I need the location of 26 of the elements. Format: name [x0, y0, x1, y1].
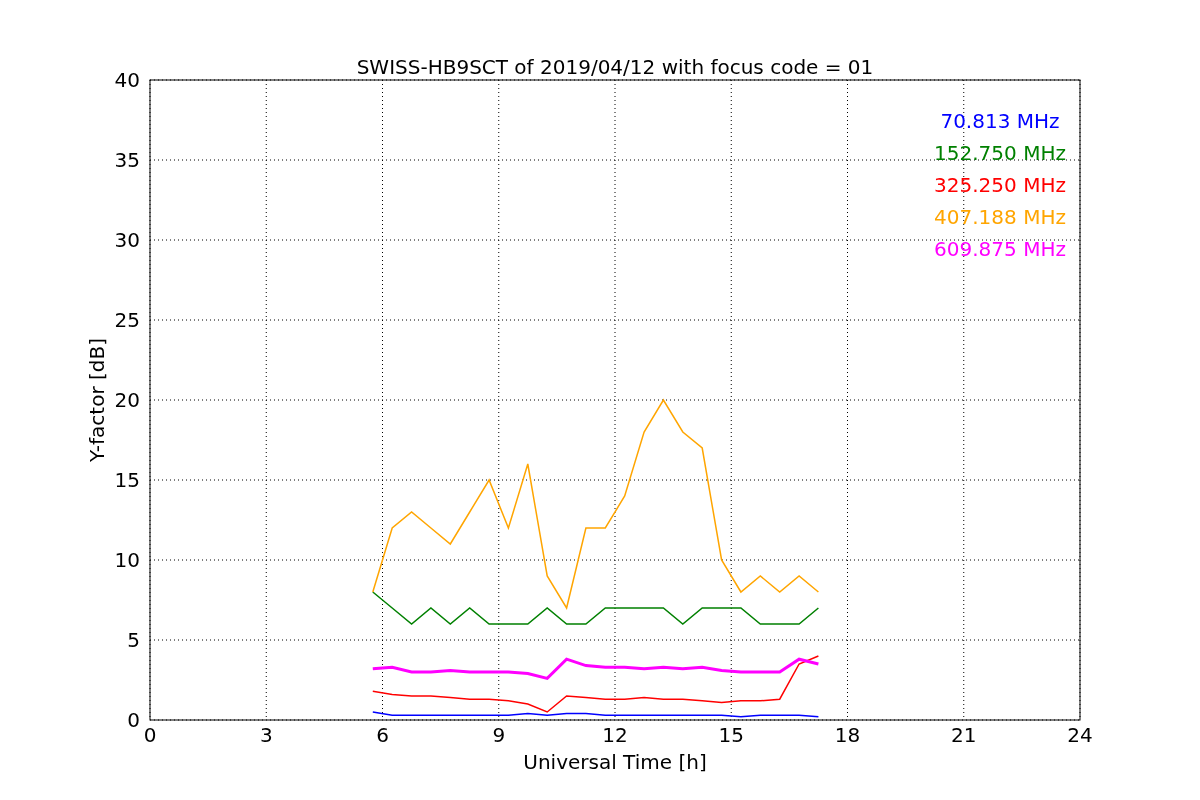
- x-tick-label: 18: [834, 723, 861, 747]
- x-axis-label: Universal Time [h]: [523, 750, 707, 774]
- y-tick-label: 15: [114, 468, 140, 492]
- x-tick-label: 24: [1067, 723, 1093, 747]
- x-tick-label: 6: [376, 723, 389, 747]
- x-tick-label: 15: [718, 723, 744, 747]
- y-axis-label: Y-factor [dB]: [85, 338, 109, 462]
- x-tick-label: 0: [143, 723, 157, 747]
- y-tick-label: 10: [114, 548, 140, 572]
- x-tick-label: 9: [492, 723, 506, 747]
- legend-label: 407.188 MHz: [934, 205, 1066, 229]
- legend-label: 325.250 MHz: [934, 173, 1066, 197]
- legend-label: 70.813 MHz: [940, 109, 1060, 133]
- y-tick-label: 25: [114, 308, 140, 332]
- y-tick-label: 35: [114, 148, 140, 172]
- y-tick-label: 30: [114, 228, 140, 252]
- y-tick-label: 5: [127, 628, 140, 652]
- y-tick-label: 0: [127, 708, 140, 732]
- chart-title: SWISS-HB9SCT of 2019/04/12 with focus code = 01: [356, 55, 874, 79]
- y-tick-label: 40: [114, 68, 140, 92]
- x-tick-label: 3: [259, 723, 273, 747]
- x-tick-label: 12: [602, 723, 628, 747]
- y-tick-label: 20: [114, 388, 140, 412]
- x-tick-label: 21: [951, 723, 977, 747]
- legend-label: 609.875 MHz: [934, 237, 1066, 261]
- legend-label: 152.750 MHz: [934, 141, 1066, 165]
